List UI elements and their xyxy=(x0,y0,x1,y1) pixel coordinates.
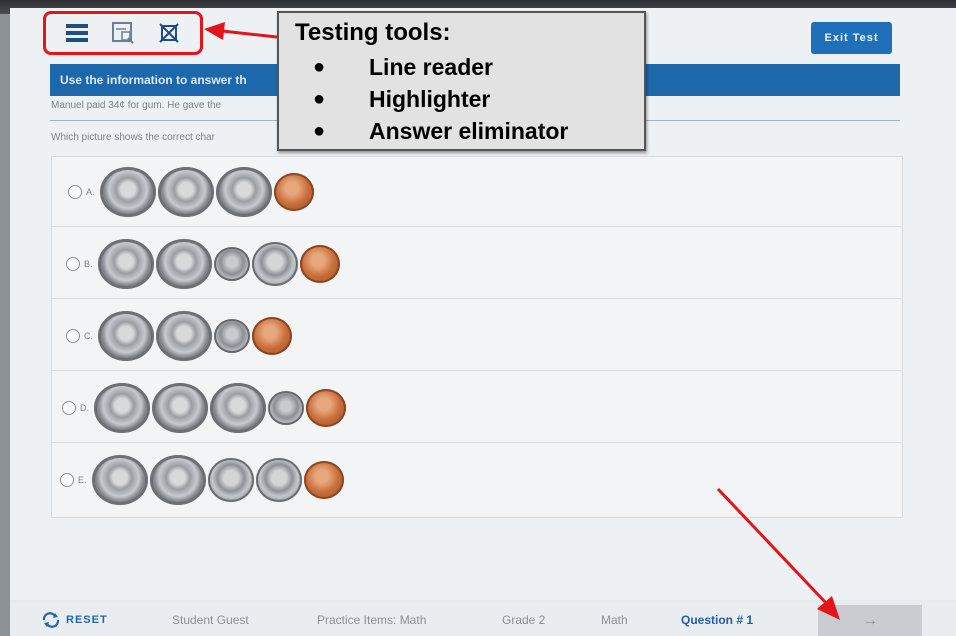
quarter-coin xyxy=(156,238,212,289)
next-button[interactable]: → xyxy=(818,605,922,636)
testing-tools-callout: Testing tools: ● Line reader ● Highlighter… xyxy=(277,11,646,151)
refresh-icon xyxy=(42,611,60,628)
quarter-coin xyxy=(210,382,266,433)
highlighter-icon[interactable] xyxy=(110,20,136,46)
option-letter: C. xyxy=(84,330,93,341)
answer-list: A. B. C. D. E. xyxy=(51,156,903,518)
quarter-coin xyxy=(158,166,214,217)
subject-label: Math xyxy=(601,612,628,627)
quarter-coin xyxy=(98,238,154,289)
radio-button[interactable] xyxy=(62,400,76,415)
radio-button[interactable] xyxy=(66,328,80,343)
quarter-coin xyxy=(216,166,272,217)
quarter-coin xyxy=(94,382,150,433)
option-letter: D. xyxy=(80,402,89,413)
penny-coin xyxy=(252,316,292,355)
dime-coin xyxy=(268,390,304,425)
answer-option[interactable]: D. xyxy=(52,373,902,443)
callout-item: ● Answer eliminator xyxy=(313,117,569,144)
coin-group xyxy=(92,455,344,505)
test-name: Practice Items: Math xyxy=(317,612,427,627)
option-letter: B. xyxy=(84,258,93,269)
reset-label: RESET xyxy=(66,613,108,626)
penny-coin xyxy=(274,172,314,211)
radio-button[interactable] xyxy=(66,256,80,271)
question-number: Question # 1 xyxy=(681,612,754,627)
callout-item: ● Highlighter xyxy=(313,85,491,112)
quarter-coin xyxy=(156,310,212,361)
quarter-coin xyxy=(150,455,206,505)
status-bar: RESET Student Guest Practice Items: Math… xyxy=(10,603,956,636)
quarter-coin xyxy=(92,455,148,505)
exit-test-button[interactable]: Exit Test xyxy=(811,22,892,54)
coin-group xyxy=(98,238,340,289)
option-letter: E. xyxy=(78,475,87,485)
reset-button[interactable]: RESET xyxy=(40,603,108,636)
tool-group xyxy=(43,11,203,55)
answer-option[interactable]: E. xyxy=(52,445,902,515)
answer-option[interactable]: A. xyxy=(52,157,902,227)
coin-group xyxy=(94,382,346,433)
quarter-coin xyxy=(98,310,154,361)
nickel-coin xyxy=(208,458,254,502)
dime-coin xyxy=(214,246,250,281)
answer-option[interactable]: C. xyxy=(52,301,902,371)
coin-group xyxy=(98,310,292,361)
nickel-coin xyxy=(252,241,298,286)
radio-button[interactable] xyxy=(60,473,74,487)
quarter-coin xyxy=(152,382,208,433)
callout-list: ● Line reader ● Highlighter ● Answer elimin… xyxy=(313,51,568,147)
nickel-coin xyxy=(256,458,302,502)
callout-title: Testing tools: xyxy=(295,19,451,46)
line-reader-icon[interactable] xyxy=(64,20,90,46)
answer-eliminator-icon[interactable] xyxy=(156,20,182,46)
penny-coin xyxy=(304,461,344,499)
radio-button[interactable] xyxy=(68,184,82,199)
grade-label: Grade 2 xyxy=(502,612,546,627)
arrow-right-icon: → xyxy=(862,611,878,629)
student-name: Student Guest xyxy=(172,612,249,627)
instruction-text: Use the information to answer th xyxy=(60,73,247,87)
coin-group xyxy=(100,166,314,217)
quarter-coin xyxy=(100,166,156,217)
dime-coin xyxy=(214,318,250,353)
penny-coin xyxy=(300,244,340,283)
option-letter: A. xyxy=(86,186,95,197)
callout-item: ● Line reader xyxy=(313,53,493,80)
answer-option[interactable]: B. xyxy=(52,229,902,299)
penny-coin xyxy=(306,388,346,427)
